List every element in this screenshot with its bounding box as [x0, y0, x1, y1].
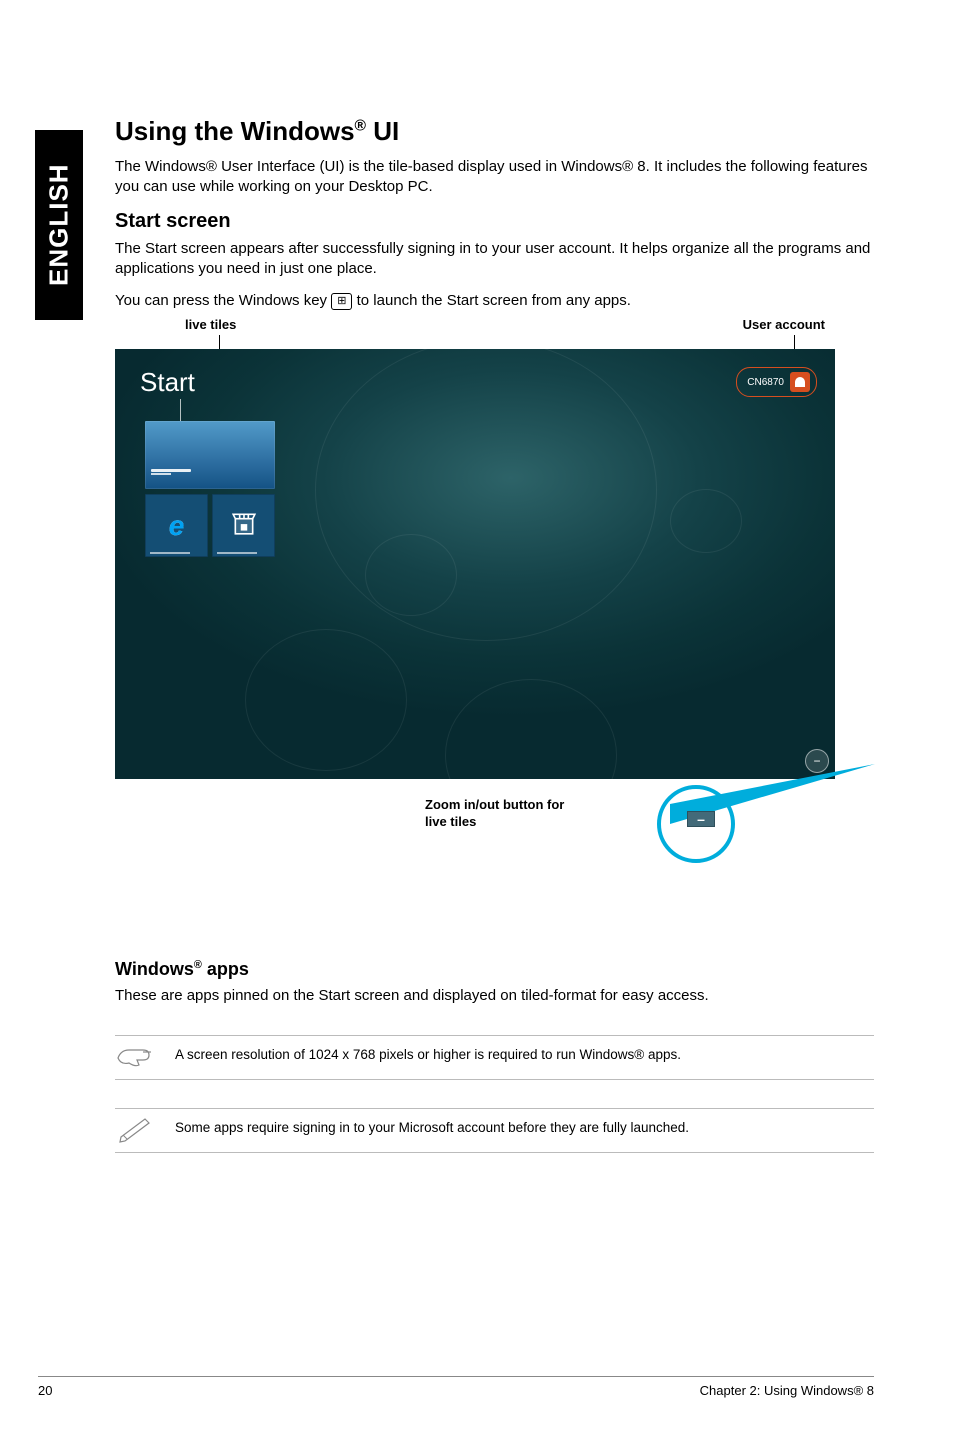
- live-tile-ie[interactable]: e: [145, 494, 208, 557]
- title-pre: Using the Windows: [115, 116, 355, 146]
- page-number: 20: [38, 1383, 52, 1398]
- windows-apps-intro: These are apps pinned on the Start scree…: [115, 986, 874, 1006]
- user-account-chip[interactable]: CN6870: [736, 367, 817, 397]
- start-screen-figure: live tiles User account Start CN6870: [115, 339, 855, 859]
- h3-post: apps: [202, 959, 249, 979]
- start-label: Start: [140, 367, 195, 398]
- bg-circle: [365, 534, 457, 616]
- ie-icon: e: [169, 510, 185, 542]
- intro-paragraph: The Windows® User Interface (UI) is the …: [115, 157, 874, 198]
- bg-circle: [315, 349, 657, 641]
- h3-pre: Windows: [115, 959, 194, 979]
- note-resolution: A screen resolution of 1024 x 768 pixels…: [115, 1035, 874, 1080]
- pencil-icon: [115, 1113, 155, 1148]
- language-tab: ENGLISH: [35, 130, 83, 320]
- page-title: Using the Windows® UI: [115, 116, 874, 147]
- label-user-account: User account: [743, 317, 825, 332]
- user-name: CN6870: [747, 377, 784, 388]
- start-screen-p1: The Start screen appears after successfu…: [115, 239, 874, 280]
- live-tile-store[interactable]: [212, 494, 275, 557]
- bg-circle: [445, 679, 617, 779]
- windows-apps-heading: Windows® apps: [115, 959, 874, 980]
- windows-key-icon: ⊞: [331, 293, 352, 310]
- tile-caption: [150, 552, 190, 554]
- avatar-icon: [790, 372, 810, 392]
- page-footer: 20 Chapter 2: Using Windows® 8: [38, 1376, 874, 1398]
- zoom-callout: Zoom in/out button for live tiles –: [425, 789, 855, 859]
- title-sup: ®: [355, 117, 367, 134]
- start-screenshot: Start CN6870 e: [115, 349, 835, 779]
- note-resolution-text: A screen resolution of 1024 x 768 pixels…: [175, 1040, 681, 1070]
- store-icon: [231, 510, 257, 541]
- note-signin: Some apps require signing in to your Mic…: [115, 1108, 874, 1153]
- p3-post: to launch the Start screen from any apps…: [357, 292, 631, 309]
- p3-pre: You can press the Windows key: [115, 292, 331, 309]
- chapter-label: Chapter 2: Using Windows® 8: [700, 1383, 874, 1398]
- start-screen-p2: You can press the Windows key ⊞ to launc…: [115, 291, 874, 311]
- label-live-tiles: live tiles: [185, 317, 236, 332]
- hand-point-icon: [115, 1040, 155, 1075]
- title-post: UI: [366, 116, 399, 146]
- live-tile-desktop[interactable]: [145, 421, 275, 489]
- zoom-callout-l2: live tiles: [425, 814, 476, 829]
- callout-minus-icon: –: [687, 811, 715, 827]
- h3-sup: ®: [194, 959, 202, 971]
- tile-caption: [217, 552, 257, 554]
- tile-caption: [151, 469, 191, 472]
- zoom-callout-l1: Zoom in/out button for: [425, 797, 564, 812]
- bg-circle: [245, 629, 407, 771]
- bg-circle: [670, 489, 742, 553]
- note-signin-text: Some apps require signing in to your Mic…: [175, 1113, 689, 1143]
- zoom-callout-label: Zoom in/out button for live tiles: [425, 797, 564, 831]
- start-screen-heading: Start screen: [115, 210, 874, 233]
